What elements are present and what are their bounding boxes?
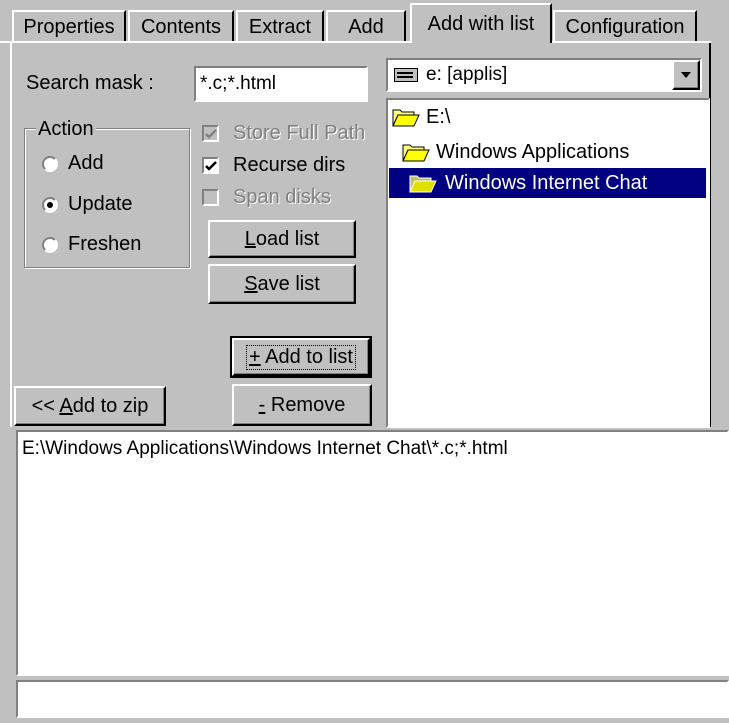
load-list-label: Load list [244, 227, 320, 250]
tab-strip-line [0, 41, 711, 43]
store-full-path-checkbox[interactable]: Store Full Path [202, 122, 365, 145]
chevron-down-icon [681, 72, 691, 78]
recurse-dirs-checkbox[interactable]: Recurse dirs [202, 154, 345, 177]
store-full-path-box[interactable] [202, 125, 219, 142]
radio-update-circle[interactable] [42, 196, 58, 213]
recurse-dirs-box[interactable] [202, 157, 219, 174]
radio-freshen[interactable]: Freshen [42, 233, 141, 256]
check-icon [204, 128, 217, 139]
open-folder-icon [409, 175, 437, 193]
remove-button[interactable]: - Remove [232, 384, 372, 426]
action-legend: Action [36, 118, 96, 141]
tab-extract[interactable]: Extract [236, 10, 324, 42]
save-list-button[interactable]: Save list [208, 264, 356, 304]
drive-dropdown-button[interactable] [672, 60, 700, 90]
span-disks-label: Span disks [233, 186, 331, 208]
check-icon [204, 160, 217, 171]
add-to-list-label: + Add to list [246, 344, 356, 370]
tab-label: Add with list [427, 12, 535, 35]
tab-configuration[interactable]: Configuration [553, 10, 697, 42]
add-to-zip-button[interactable]: << Add to zip [14, 386, 166, 426]
radio-add-label: Add [68, 152, 104, 174]
span-disks-box[interactable] [202, 189, 219, 206]
open-folder-icon [392, 109, 420, 127]
tree-item-label: Windows Internet Chat [445, 171, 648, 194]
tab-label: Add [348, 15, 384, 38]
recurse-dirs-label: Recurse dirs [233, 154, 346, 176]
tree-item-root[interactable]: E:\ [392, 102, 450, 132]
load-list-button[interactable]: Load list [208, 220, 356, 258]
tree-item-label: Windows Applications [436, 140, 630, 163]
tab-add-with-list[interactable]: Add with list [410, 3, 552, 43]
tab-contents[interactable]: Contents [128, 10, 234, 42]
search-mask-input[interactable] [194, 66, 368, 102]
remove-label: - Remove [258, 393, 346, 416]
radio-freshen-circle[interactable] [42, 236, 58, 253]
tree-item-label: E:\ [426, 105, 451, 128]
file-list-item[interactable]: E:\Windows Applications\Windows Internet… [22, 438, 508, 460]
tab-properties[interactable]: Properties [12, 10, 126, 42]
radio-freshen-label: Freshen [68, 233, 142, 255]
tab-label: Configuration [565, 15, 685, 38]
open-folder-icon [402, 144, 430, 162]
status-bar [16, 680, 729, 718]
radio-add-circle[interactable] [42, 155, 58, 172]
search-mask-label: Search mask : [26, 72, 154, 94]
tab-label: Properties [23, 15, 115, 38]
add-to-zip-label: << Add to zip [31, 394, 149, 417]
panel-left-edge [10, 41, 12, 427]
tab-label: Contents [140, 15, 222, 38]
span-disks-checkbox[interactable]: Span disks [202, 186, 331, 209]
add-to-list-button[interactable]: + Add to list [230, 336, 372, 378]
store-full-path-label: Store Full Path [233, 122, 366, 144]
radio-update[interactable]: Update [42, 193, 133, 216]
save-list-label: Save list [244, 272, 320, 295]
radio-update-label: Update [68, 193, 133, 215]
drive-select-value: e: [applis] [426, 64, 508, 85]
drive-icon [394, 68, 418, 82]
tab-add[interactable]: Add [326, 10, 406, 42]
tree-item-windows-internet-chat[interactable]: Windows Internet Chat [389, 168, 706, 198]
radio-add[interactable]: Add [42, 152, 104, 175]
file-list[interactable] [16, 430, 729, 676]
tab-label: Extract [248, 15, 312, 38]
tree-item-windows-applications[interactable]: Windows Applications [402, 137, 629, 167]
drive-select[interactable]: e: [applis] [386, 58, 702, 92]
